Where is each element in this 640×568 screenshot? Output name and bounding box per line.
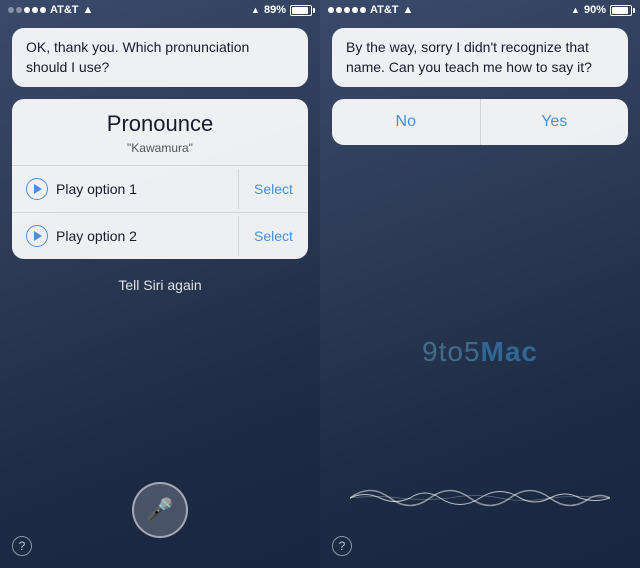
- play-circle-2: [26, 225, 48, 247]
- play-circle-1: [26, 178, 48, 200]
- yes-button[interactable]: Yes: [481, 99, 629, 145]
- left-status-left: AT&T ▲: [8, 4, 93, 16]
- select-button-2[interactable]: Select: [238, 216, 308, 256]
- pronounce-subtitle: "Kawamura": [12, 141, 308, 165]
- left-status-right: ▲ 89%: [251, 4, 312, 16]
- play-option-2-label: Play option 2: [56, 228, 137, 244]
- rdot-2: [336, 7, 342, 13]
- signal-dots-right: [328, 7, 366, 13]
- rdot-5: [360, 7, 366, 13]
- help-button-left[interactable]: ?: [12, 536, 32, 556]
- play-option-2-button[interactable]: Play option 2: [12, 213, 238, 259]
- play-triangle-1: [34, 184, 42, 194]
- play-triangle-2: [34, 231, 42, 241]
- wifi-icon-right: ▲: [403, 4, 414, 16]
- no-yes-card: No Yes: [332, 99, 628, 145]
- left-panel: AT&T ▲ ▲ 89% OK, thank you. Which pronun…: [0, 0, 320, 568]
- play-option-1-label: Play option 1: [56, 181, 137, 197]
- carrier-right: AT&T: [370, 4, 399, 16]
- right-status-right: ▲ 90%: [571, 4, 632, 16]
- siri-response-right: By the way, sorry I didn't recognize tha…: [332, 28, 628, 87]
- wifi-icon-left: ▲: [83, 4, 94, 16]
- pronounce-card: Pronounce "Kawamura" Play option 1 Selec…: [12, 99, 308, 259]
- rdot-3: [344, 7, 350, 13]
- right-status-left: AT&T ▲: [328, 4, 413, 16]
- location-icon-right: ▲: [571, 5, 580, 15]
- watermark-mac: Mac: [481, 336, 538, 367]
- tell-again-button[interactable]: Tell Siri again: [0, 263, 320, 307]
- no-button[interactable]: No: [332, 99, 481, 145]
- play-option-row-2: Play option 2 Select: [12, 213, 308, 259]
- siri-text-left: OK, thank you. Which pronunciation shoul…: [26, 39, 249, 75]
- mic-button[interactable]: 🎤: [132, 482, 188, 538]
- right-panel: AT&T ▲ ▲ 90% By the way, sorry I didn't …: [320, 0, 640, 568]
- siri-text-right: By the way, sorry I didn't recognize tha…: [346, 39, 592, 75]
- dot-3: [24, 7, 30, 13]
- wave-svg: [350, 473, 610, 523]
- dot-4: [32, 7, 38, 13]
- help-button-right[interactable]: ?: [332, 536, 352, 556]
- mic-icon: 🎤: [146, 497, 173, 523]
- dot-2: [16, 7, 22, 13]
- play-option-1-button[interactable]: Play option 1: [12, 166, 238, 212]
- battery-pct-right: 90%: [584, 4, 606, 16]
- dot-5: [40, 7, 46, 13]
- select-button-1[interactable]: Select: [238, 169, 308, 209]
- battery-fill-right: [612, 7, 628, 14]
- location-icon-left: ▲: [251, 5, 260, 15]
- battery-icon-right: [610, 5, 632, 16]
- battery-pct-left: 89%: [264, 4, 286, 16]
- status-bar-left: AT&T ▲ ▲ 89%: [0, 0, 320, 20]
- watermark: 9to5Mac: [422, 336, 538, 368]
- dot-1: [8, 7, 14, 13]
- signal-dots-left: [8, 7, 46, 13]
- carrier-left: AT&T: [50, 4, 79, 16]
- battery-fill-left: [292, 7, 308, 14]
- battery-icon-left: [290, 5, 312, 16]
- pronounce-title: Pronounce: [12, 99, 308, 141]
- rdot-1: [328, 7, 334, 13]
- mic-area: 🎤: [132, 482, 188, 538]
- status-bar-right: AT&T ▲ ▲ 90%: [320, 0, 640, 20]
- siri-response-left: OK, thank you. Which pronunciation shoul…: [12, 28, 308, 87]
- play-option-row-1: Play option 1 Select: [12, 166, 308, 213]
- rdot-4: [352, 7, 358, 13]
- siri-wave: [320, 468, 640, 528]
